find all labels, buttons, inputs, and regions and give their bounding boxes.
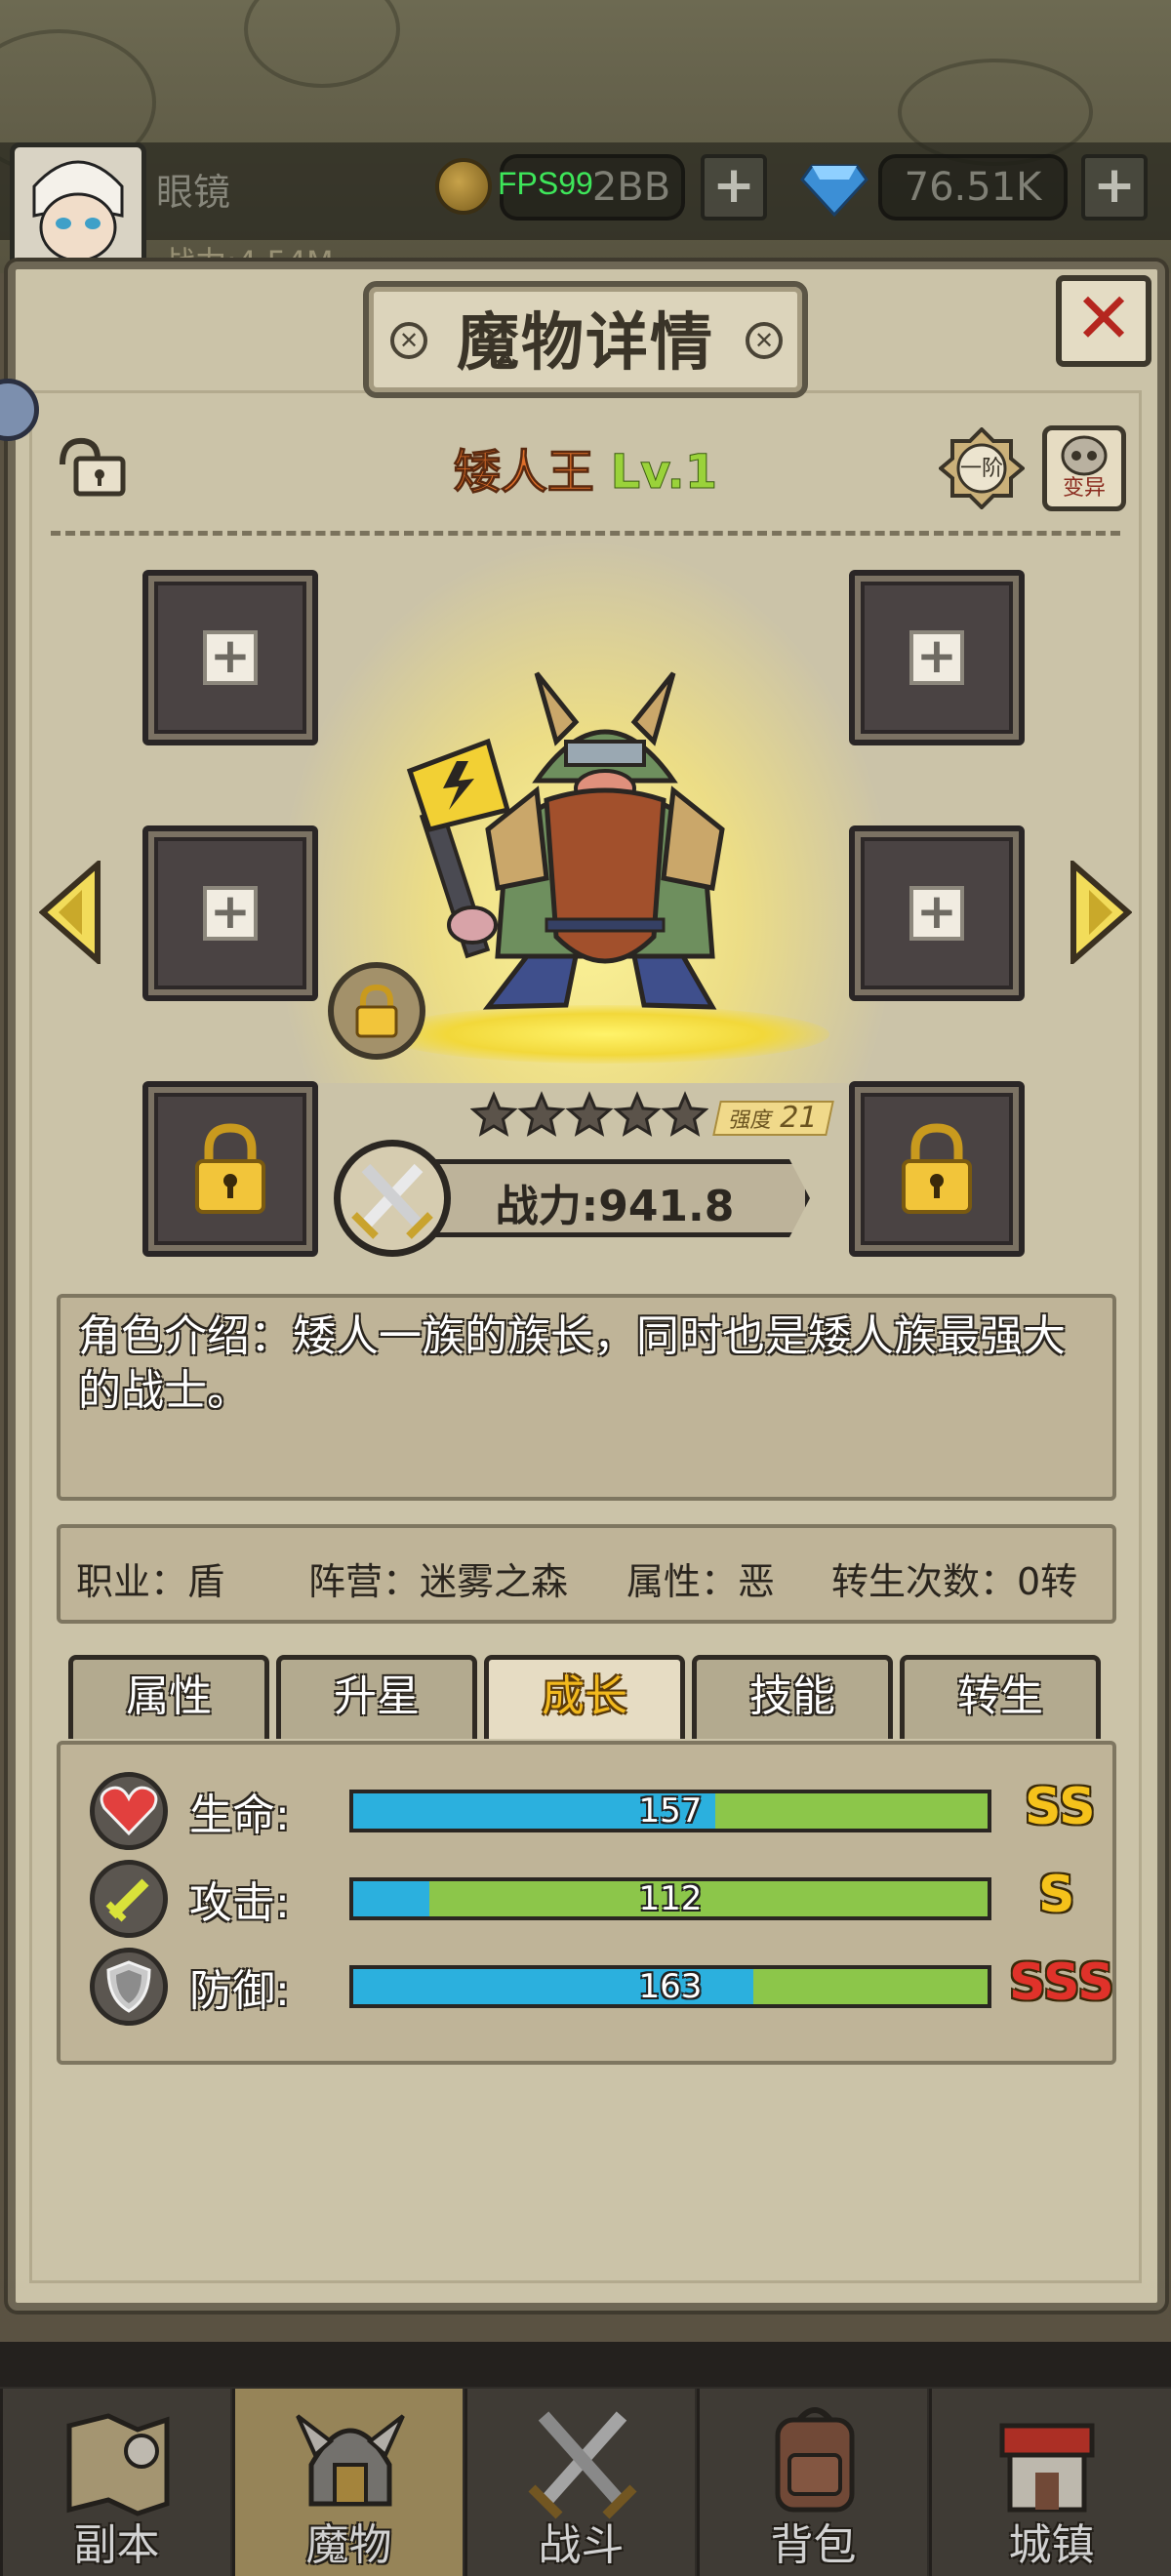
nav-dungeon-label: 副本: [73, 2520, 160, 2570]
add-equip-icon: +: [203, 886, 258, 941]
strength-value: 21: [776, 1101, 822, 1135]
town-icon: [999, 2423, 1095, 2513]
nav-monster[interactable]: 魔物: [232, 2389, 463, 2576]
star-icon: [661, 1091, 708, 1137]
lock-icon: [195, 1123, 265, 1214]
nav-backpack[interactable]: 背包: [697, 2389, 927, 2576]
divider: [51, 531, 1120, 536]
player-name: 眼镜: [156, 171, 231, 214]
map-icon: [66, 2413, 170, 2516]
shield-icon: [90, 1948, 168, 2026]
attack-label: 攻击:: [189, 1878, 290, 1928]
hp-label: 生命:: [189, 1791, 290, 1840]
hp-growth-bar: 157: [349, 1790, 991, 1832]
defense-label: 防御:: [189, 1966, 290, 2016]
fps-counter: FPS99: [498, 166, 593, 201]
dwarf-king-portrait: [406, 671, 725, 1010]
strength-tag: 强度 21: [712, 1101, 835, 1136]
sword-icon: [90, 1860, 168, 1938]
diamond-icon: [800, 164, 868, 217]
attack-grade: S: [1038, 1866, 1075, 1924]
equip-slot-mid-right[interactable]: +: [849, 825, 1025, 1001]
defense-growth-value: 163: [638, 1967, 703, 2006]
add-equip-icon: +: [203, 630, 258, 685]
nav-town[interactable]: 城镇: [929, 2389, 1171, 2576]
tier-label: 一阶: [959, 457, 1003, 481]
equip-slot-bottom-left-locked[interactable]: [142, 1081, 318, 1257]
skill-lock-button[interactable]: [328, 962, 425, 1060]
lock-icon: [355, 984, 398, 1038]
equip-slot-top-right[interactable]: +: [849, 570, 1025, 745]
nav-battle[interactable]: 战斗: [464, 2389, 695, 2576]
tab-skills[interactable]: 技能: [692, 1655, 893, 1739]
crossed-swords-icon: [351, 1163, 433, 1239]
hp-growth-value: 157: [638, 1791, 703, 1831]
equip-slot-mid-left[interactable]: +: [142, 825, 318, 1001]
alignment-info: 属性：恶: [626, 1560, 776, 1603]
nav-dungeon[interactable]: 副本: [0, 2389, 230, 2576]
tab-rebirth[interactable]: 转生: [900, 1655, 1101, 1739]
monster-level: Lv.1: [610, 445, 718, 501]
faction-info: 阵营：迷雾之森: [308, 1560, 569, 1603]
monster-name: 矮人王: [453, 445, 594, 501]
star-icon: [517, 1091, 566, 1137]
next-monster-arrow-icon[interactable]: [1070, 861, 1132, 964]
mutate-label: 变异: [1062, 476, 1106, 501]
gem-amount: 76.51K: [878, 154, 1068, 221]
monster-title: 矮人王 Lv.1: [293, 433, 878, 502]
star-icon: [565, 1091, 614, 1137]
equip-slot-top-left[interactable]: +: [142, 570, 318, 745]
rebirth-info: 转生次数：0转: [831, 1560, 1078, 1603]
unlock-icon[interactable]: [55, 435, 127, 498]
close-button[interactable]: ✕: [1056, 275, 1151, 367]
combat-power: 战力:941.8: [495, 1182, 735, 1231]
nav-battle-label: 战斗: [538, 2520, 625, 2570]
attack-growth-value: 112: [638, 1879, 703, 1918]
tab-growth[interactable]: 成长: [484, 1655, 685, 1739]
defense-growth-bar: 163: [349, 1965, 991, 2008]
star-icon: [613, 1091, 662, 1137]
attack-growth-bar: 112: [349, 1877, 991, 1920]
tab-star-up[interactable]: 升星: [276, 1655, 477, 1739]
add-equip-icon: +: [909, 886, 964, 941]
nav-backpack-label: 背包: [770, 2520, 857, 2570]
backpack-icon: [775, 2407, 855, 2513]
monster-helmet-icon: [296, 2414, 405, 2507]
star-icon: [470, 1091, 518, 1137]
lock-icon: [902, 1123, 972, 1214]
combat-power-badge: [334, 1140, 451, 1257]
monster-info-row: 职业：盾 阵营：迷雾之森 属性：恶 转生次数：0转: [57, 1524, 1116, 1624]
tab-attributes[interactable]: 属性: [68, 1655, 269, 1739]
add-gem-button[interactable]: +: [1081, 154, 1148, 221]
previous-monster-arrow-icon[interactable]: [39, 861, 101, 964]
player-avatar[interactable]: [10, 142, 146, 269]
add-equip-icon: +: [909, 630, 964, 685]
equip-slot-bottom-right-locked[interactable]: [849, 1081, 1025, 1257]
nav-monster-label: 魔物: [305, 2520, 392, 2570]
add-gold-button[interactable]: +: [701, 154, 767, 221]
defense-grade: SSS: [1009, 1953, 1114, 2012]
nav-top-strip: [0, 2342, 1171, 2387]
job-info: 职业：盾: [76, 1560, 225, 1603]
monster-description: 角色介绍：矮人一族的族长，同时也是矮人族最强大的战士。: [57, 1294, 1116, 1501]
nav-town-label: 城镇: [1008, 2520, 1095, 2570]
gold-coin-icon: [435, 158, 492, 215]
strength-label: 强度: [726, 1108, 776, 1133]
hp-grade: SS: [1025, 1778, 1096, 1836]
crossed-swords-icon: [528, 2411, 637, 2519]
dialog-title: 魔物详情: [457, 307, 714, 380]
star-rating: [470, 1091, 708, 1137]
heart-icon: [90, 1772, 168, 1850]
